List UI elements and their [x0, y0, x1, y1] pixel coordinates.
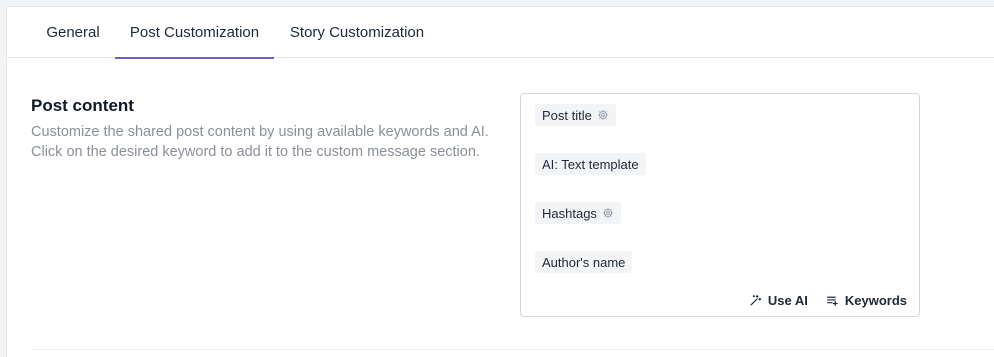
tab-post-customization[interactable]: Post Customization	[115, 7, 274, 59]
custom-message-editor[interactable]: Post title AI: Text template Hashtags Au…	[520, 93, 920, 317]
section-title: Post content	[31, 96, 134, 115]
tab-bar: General Post Customization Story Customi…	[7, 7, 994, 59]
gear-icon[interactable]	[602, 207, 614, 219]
keywords-label: Keywords	[844, 293, 907, 308]
section-divider	[31, 349, 994, 350]
tab-general[interactable]: General	[31, 7, 115, 58]
keyword-chip-ai-text-template[interactable]: AI: Text template	[535, 153, 646, 175]
keyword-chip-hashtags[interactable]: Hashtags	[535, 202, 621, 224]
list-add-icon	[826, 296, 838, 306]
chip-label: AI: Text template	[542, 156, 639, 172]
tab-story-customization[interactable]: Story Customization	[274, 7, 440, 58]
magic-wand-icon	[750, 295, 762, 306]
keywords-button[interactable]: Keywords	[826, 293, 907, 308]
editor-actions: Use AI Keywords	[749, 293, 907, 308]
chip-label: Author's name	[542, 254, 626, 270]
chip-label: Hashtags	[542, 205, 597, 221]
settings-panel: General Post Customization Story Customi…	[6, 6, 994, 357]
section-description: Customize the shared post content by usi…	[31, 124, 489, 160]
keyword-chip-post-title[interactable]: Post title	[535, 104, 616, 126]
use-ai-label: Use AI	[767, 293, 808, 308]
use-ai-button[interactable]: Use AI	[749, 293, 808, 308]
chip-label: Post title	[542, 107, 592, 123]
gear-icon[interactable]	[597, 109, 609, 121]
keyword-chip-authors-name[interactable]: Author's name	[535, 251, 633, 273]
